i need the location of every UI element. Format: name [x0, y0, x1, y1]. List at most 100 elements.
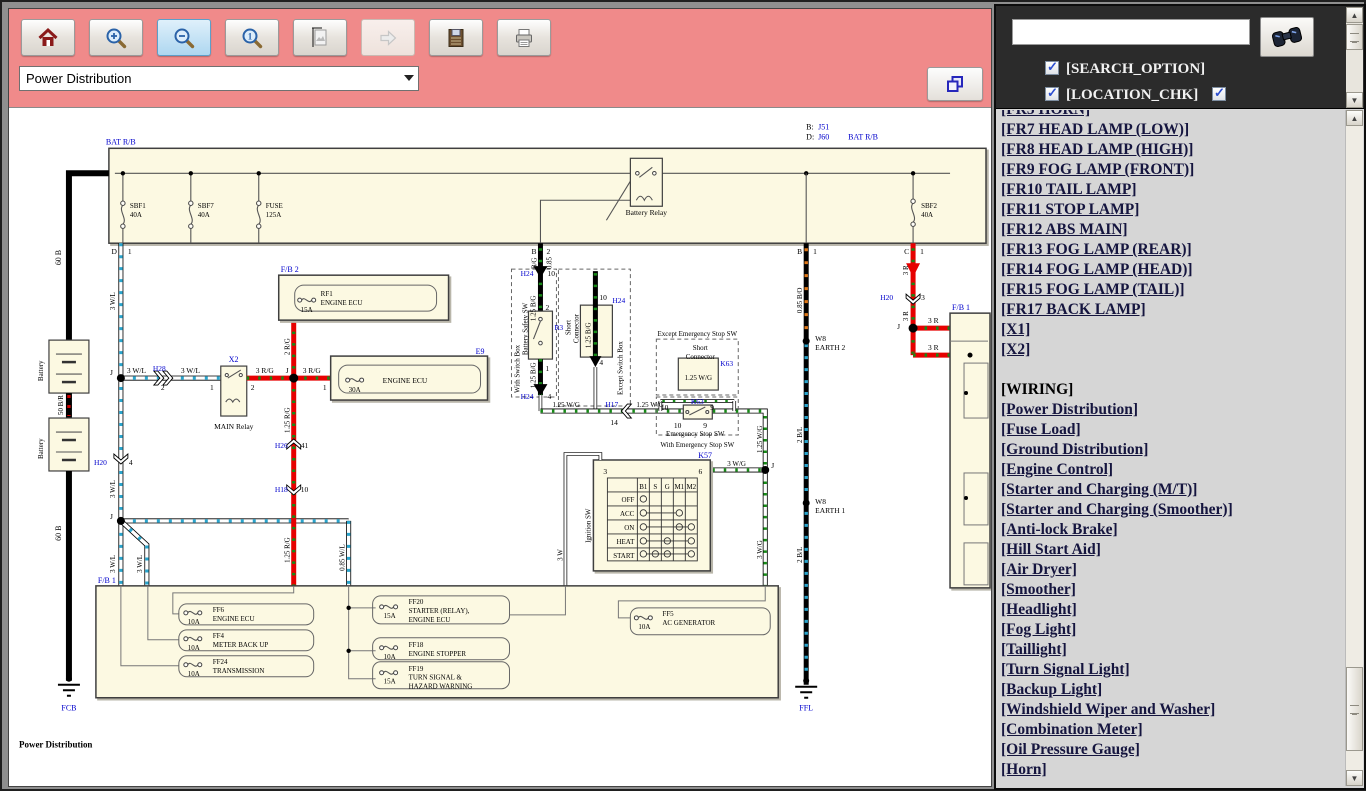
nav-link[interactable]: [Smoother]: [1001, 580, 1344, 600]
diagram-label: K63: [691, 397, 704, 406]
nav-link[interactable]: [FR9 FOG LAMP (FRONT)]: [1001, 160, 1344, 180]
diagram-label: 41: [301, 441, 309, 450]
diagram-label: 50 B/R: [57, 395, 65, 415]
nav-link[interactable]: [FR15 FOG LAMP (TAIL)]: [1001, 280, 1344, 300]
nav-link[interactable]: [X1]: [1001, 320, 1344, 340]
nav-link[interactable]: [Ground Distribution]: [1001, 440, 1344, 460]
location-chk-checkbox[interactable]: [1045, 87, 1059, 101]
diagram-label: K63: [720, 359, 733, 368]
search-panel: [SEARCH_OPTION] [LOCATION_CHK] ▲ ▼: [996, 6, 1364, 109]
nav-link[interactable]: [Fuse Load]: [1001, 420, 1344, 440]
nav-link[interactable]: [Starter and Charging (M/T)]: [1001, 480, 1344, 500]
diagram-label: ACC: [620, 510, 635, 518]
scroll-up-icon[interactable]: ▲: [1346, 7, 1363, 23]
home-button[interactable]: [21, 19, 75, 56]
diagram-label: 60 B: [54, 250, 63, 265]
nav-link[interactable]: [Horn]: [1001, 760, 1344, 780]
diagram-label: Short: [693, 344, 708, 352]
nav-link[interactable]: [FR5 HORN]: [1001, 110, 1344, 120]
scroll-down-icon[interactable]: ▼: [1346, 92, 1363, 108]
zoom-actual-size-button[interactable]: 1: [225, 19, 279, 56]
diagram-label: 2: [545, 303, 549, 312]
diagram-label: 0.85: [545, 256, 553, 269]
diagram-label: J: [771, 461, 774, 470]
nav-link[interactable]: [FR10 TAIL LAMP]: [1001, 180, 1344, 200]
page-preview-button[interactable]: [293, 19, 347, 56]
diagram-label: J: [110, 512, 113, 521]
diagram-label: W8: [815, 497, 826, 506]
nav-link[interactable]: [FR11 STOP LAMP]: [1001, 200, 1344, 220]
svg-text:1: 1: [248, 31, 253, 41]
diagram-label: 1: [920, 247, 924, 256]
chevron-down-icon: [404, 75, 414, 81]
diagram-label: J60: [818, 132, 829, 141]
nav-link[interactable]: [Windshield Wiper and Washer]: [1001, 700, 1344, 720]
nav-link[interactable]: [Headlight]: [1001, 600, 1344, 620]
diagram-label: METER BACK UP: [213, 641, 269, 649]
wire-3r: [906, 243, 950, 355]
scroll-down-icon[interactable]: ▼: [1346, 770, 1363, 786]
search-option-checkbox[interactable]: [1045, 61, 1059, 75]
nav-link[interactable]: [Engine Control]: [1001, 460, 1344, 480]
home-icon: [36, 26, 60, 50]
scrollbar-thumb[interactable]: [1346, 667, 1363, 751]
print-button[interactable]: [497, 19, 551, 56]
nav-link[interactable]: [Backup Light]: [1001, 680, 1344, 700]
search-input[interactable]: [1012, 19, 1250, 45]
nav-link[interactable]: [X2]: [1001, 340, 1344, 360]
diagram-label: EARTH 1: [815, 506, 845, 515]
nav-link[interactable]: [Hill Start Aid]: [1001, 540, 1344, 560]
nav-link[interactable]: [FR12 ABS MAIN]: [1001, 220, 1344, 240]
nav-link[interactable]: [FR17 BACK LAMP]: [1001, 300, 1344, 320]
diagram-label: 4: [599, 358, 603, 367]
diagram-label: 1: [545, 364, 549, 373]
nav-link[interactable]: [Taillight]: [1001, 640, 1344, 660]
nav-link[interactable]: [FR7 HEAD LAMP (LOW)]: [1001, 120, 1344, 140]
diagram-label: 1.25 R/G: [284, 407, 292, 433]
scrollbar-thumb[interactable]: [1346, 24, 1363, 50]
popout-window-icon: [943, 72, 967, 96]
nav-link[interactable]: [Oil Pressure Gauge]: [1001, 740, 1344, 760]
nav-link[interactable]: [Anti-lock Brake]: [1001, 520, 1344, 540]
diagram-label: 10: [674, 421, 682, 430]
nav-link[interactable]: [Power Distribution]: [1001, 400, 1344, 420]
diagram-label: 2: [161, 383, 165, 392]
diagram-label: M2: [686, 483, 696, 491]
nav-link[interactable]: [Fog Light]: [1001, 620, 1344, 640]
nav-link[interactable]: [FR8 HEAD LAMP (HIGH)]: [1001, 140, 1344, 160]
nav-link[interactable]: [FR13 FOG LAMP (REAR)]: [1001, 240, 1344, 260]
diagram-label: STARTER (RELAY),: [409, 607, 470, 615]
zoom-in-button[interactable]: [89, 19, 143, 56]
diagram-pane: 1: [8, 8, 992, 787]
forward-button[interactable]: [361, 19, 415, 56]
diagram-label: Battery: [37, 438, 45, 459]
nav-link[interactable]: [FR14 FOG LAMP (HEAD)]: [1001, 260, 1344, 280]
zoom-out-icon: [172, 26, 196, 50]
diagram-label: 15A: [384, 678, 396, 686]
diagram-label: H26: [275, 441, 288, 450]
search-button[interactable]: [1260, 17, 1314, 57]
scroll-up-icon[interactable]: ▲: [1346, 110, 1363, 126]
search-panel-scrollbar[interactable]: ▲ ▼: [1346, 7, 1363, 108]
diagram-label: 40A: [198, 211, 210, 219]
popout-window-button[interactable]: [927, 67, 983, 101]
nav-link[interactable]: [Combination Meter]: [1001, 720, 1344, 740]
nav-link[interactable]: [Starter and Charging (Smoother)]: [1001, 500, 1344, 520]
save-button[interactable]: [429, 19, 483, 56]
diagram-label: 3 R: [928, 343, 939, 352]
diagram-label: 1.25 B/G: [529, 362, 537, 388]
system-dropdown[interactable]: Power Distribution: [19, 66, 419, 91]
diagram-label: 40A: [921, 211, 933, 219]
navigation-scrollbar[interactable]: ▲ ▼: [1345, 110, 1363, 786]
diagram-label: 1.25 B/G: [584, 322, 592, 348]
nav-link[interactable]: [Air Dryer]: [1001, 560, 1344, 580]
diagram-label: FFL: [799, 704, 813, 713]
nav-link[interactable]: [Turn Signal Light]: [1001, 660, 1344, 680]
diagram-label: 10A: [188, 644, 200, 652]
wiring-diagram-canvas[interactable]: BAT R/BB:J51D:J60BAT R/BSBF140ASBF740AFU…: [9, 109, 991, 786]
location-chk-extra-checkbox[interactable]: [1212, 87, 1226, 101]
diagram-label: 10A: [188, 670, 200, 678]
zoom-out-button[interactable]: [157, 19, 211, 56]
diagram-label: 9: [710, 403, 714, 412]
diagram-label: W8: [815, 334, 826, 343]
